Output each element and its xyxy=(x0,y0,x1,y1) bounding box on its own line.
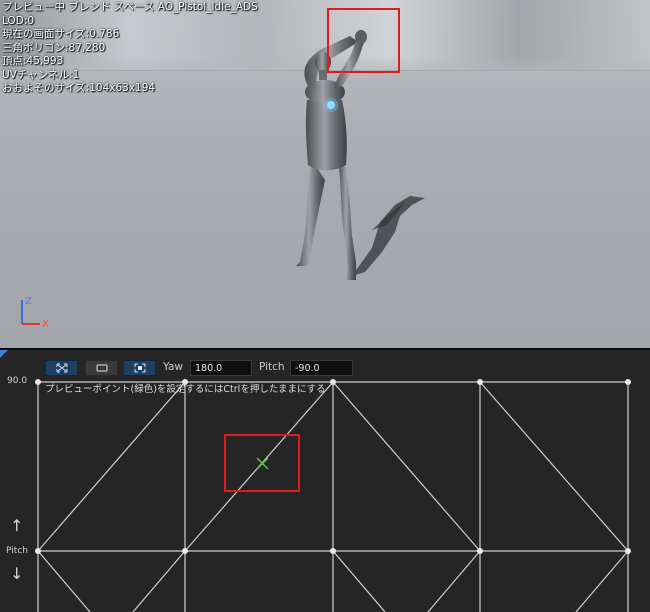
arrow-up-icon: ↑ xyxy=(10,516,24,535)
arrow-down-icon: ↓ xyxy=(10,564,24,583)
y-axis-max-label: 90.0 xyxy=(7,376,28,386)
stat-screen-size: 現在の画面サイズ:0.786 xyxy=(2,28,120,40)
blendspace-editor: Yaw Pitch 90.0 プレビューポイント(緑色)を設定するにはCtrlを… xyxy=(0,348,650,612)
stat-vertices: 頂点:45,993 xyxy=(2,55,64,67)
pitch-label: Pitch xyxy=(259,361,285,373)
stat-uv-channels: UVチャンネル:1 xyxy=(2,68,80,81)
character-shadow xyxy=(352,196,425,276)
snap-grid-button[interactable] xyxy=(123,360,156,376)
show-sample-button[interactable] xyxy=(85,360,118,376)
axis-x-label: X xyxy=(42,319,49,330)
preview-hint-text: プレビューポイント(緑色)を設定するにはCtrlを押したままにする xyxy=(45,384,326,395)
yaw-input[interactable] xyxy=(190,360,252,376)
stat-preview-title: プレビュー中 ブレンド スペース AO_Pistol_Idle_ADS xyxy=(2,1,258,13)
preview-viewport[interactable]: プレビュー中 ブレンド スペース AO_Pistol_Idle_ADS LOD:… xyxy=(0,0,650,348)
highlight-box-preview-point xyxy=(224,434,300,492)
highlight-box-hands xyxy=(327,8,400,73)
fit-view-icon xyxy=(56,363,67,373)
axis-gizmo: Z X xyxy=(21,296,49,330)
show-sample-icon xyxy=(96,364,107,372)
snap-grid-icon xyxy=(134,363,145,373)
fit-view-button[interactable] xyxy=(45,360,78,376)
stat-triangles: 三角ポリゴン:87,280 xyxy=(2,41,106,54)
stat-approx-size: おおよそのサイズ:104x63x194 xyxy=(2,82,156,94)
viewport-stats: プレビュー中 ブレンド スペース AO_Pistol_Idle_ADS LOD:… xyxy=(2,1,258,96)
stat-lod: LOD:0 xyxy=(2,14,35,27)
pitch-input[interactable] xyxy=(290,360,353,376)
yaw-label: Yaw xyxy=(163,361,183,373)
vertical-axis-label: Pitch xyxy=(6,546,28,556)
axis-z-label: Z xyxy=(25,296,32,307)
blendspace-toolbar: Yaw Pitch xyxy=(0,350,650,380)
grid-lines xyxy=(37,381,629,612)
